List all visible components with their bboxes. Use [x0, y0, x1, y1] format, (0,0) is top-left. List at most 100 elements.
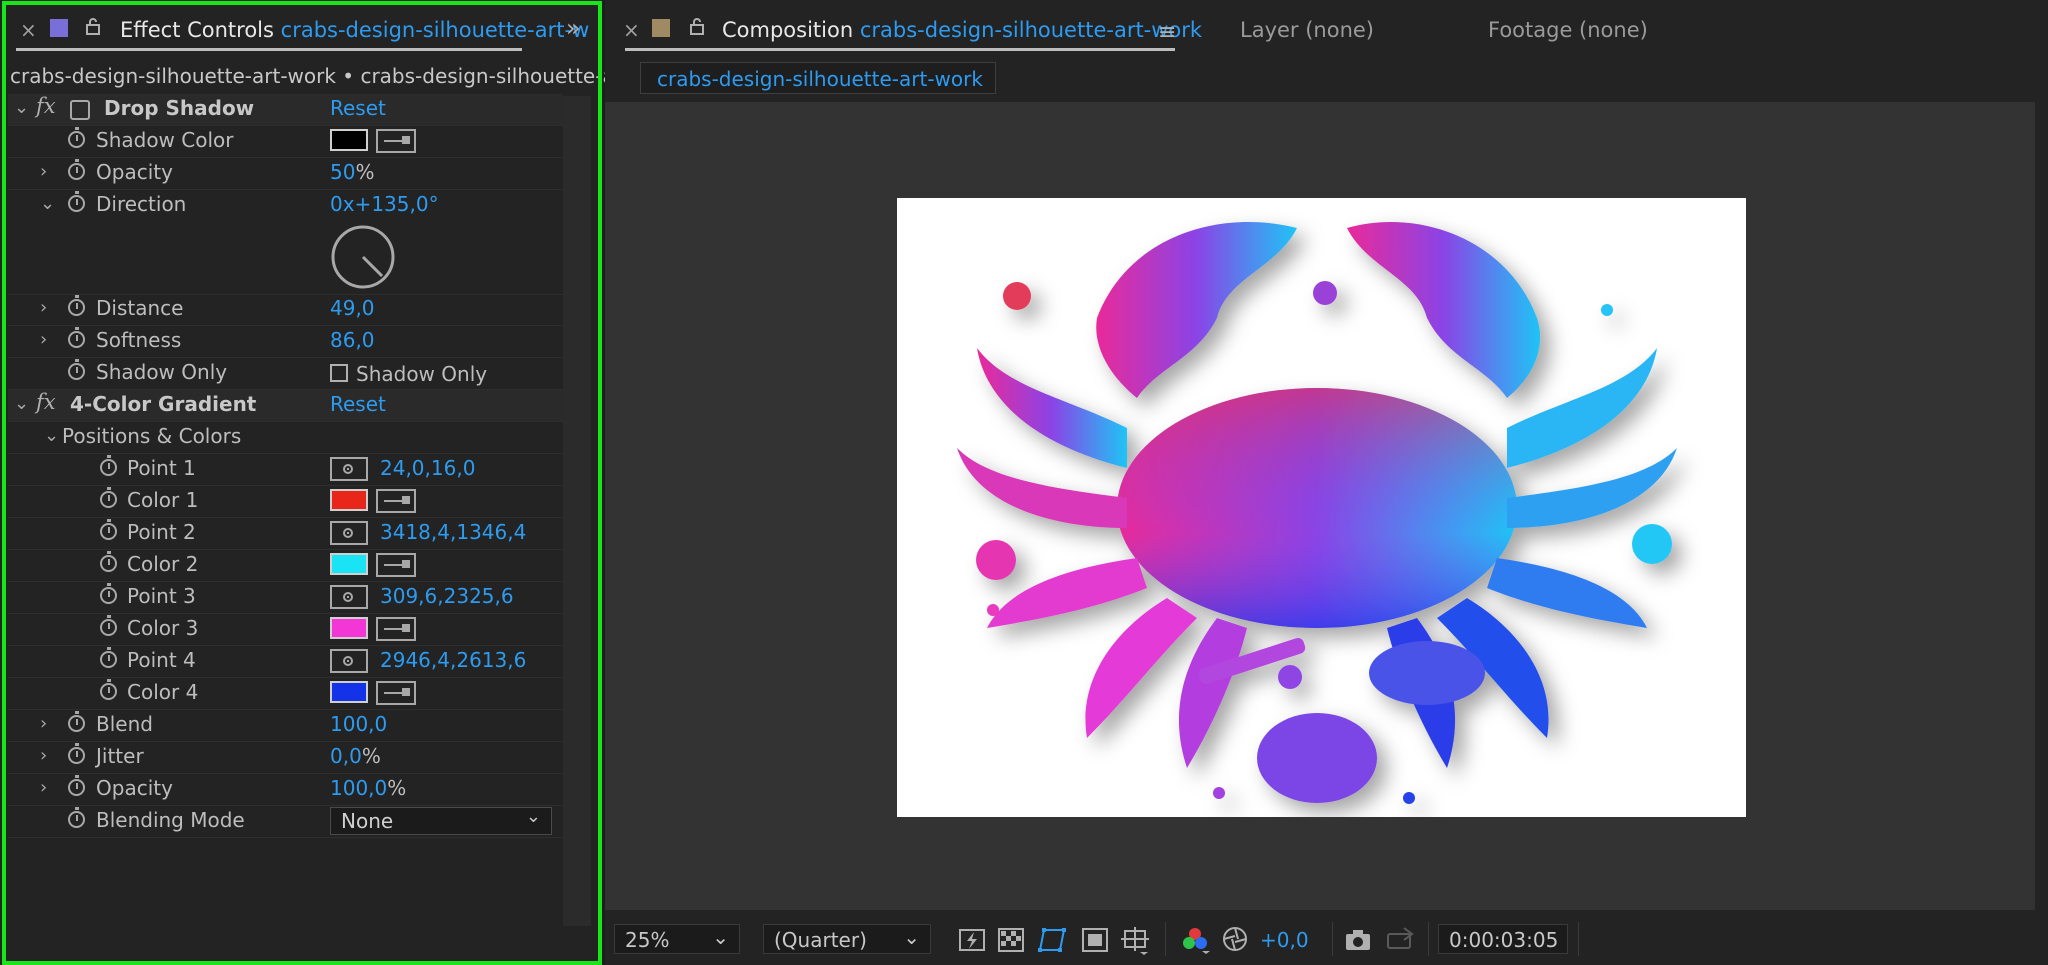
panel-color-label-icon[interactable]: [50, 19, 68, 37]
eyedropper-icon[interactable]: [376, 129, 416, 153]
angle-dial[interactable]: [330, 224, 396, 294]
stopwatch-icon[interactable]: [100, 551, 117, 572]
stopwatch-icon[interactable]: [100, 519, 117, 540]
stopwatch-icon[interactable]: [100, 455, 117, 476]
stopwatch-icon[interactable]: [68, 807, 85, 828]
stopwatch-icon[interactable]: [68, 359, 85, 380]
fx-icon[interactable]: fx: [36, 94, 56, 118]
point-value[interactable]: 309,6,2325,6: [380, 584, 514, 608]
chevron-right-icon[interactable]: ›: [40, 161, 47, 182]
panel-overflow-icon[interactable]: »: [566, 14, 581, 42]
tab-effect-controls[interactable]: Effect Controls crabs-design-silhouette-…: [120, 18, 589, 42]
grid-guides-icon[interactable]: [1120, 926, 1150, 960]
stopwatch-icon[interactable]: [68, 127, 85, 148]
lock-icon[interactable]: [690, 17, 704, 39]
value-number[interactable]: 0,0: [330, 744, 362, 768]
chevron-down-icon[interactable]: ⌄: [40, 193, 55, 214]
opacity-value[interactable]: 100,0%: [330, 776, 406, 800]
chevron-right-icon[interactable]: ›: [40, 713, 47, 734]
mask-path-visibility-icon[interactable]: [1038, 926, 1068, 958]
stopwatch-icon[interactable]: [68, 711, 85, 732]
shadow-color-swatch[interactable]: [330, 129, 368, 151]
chevron-right-icon[interactable]: ›: [40, 329, 47, 350]
stopwatch-icon[interactable]: [68, 327, 85, 348]
eyedropper-icon[interactable]: [376, 681, 416, 705]
blending-mode-dropdown[interactable]: None ⌄: [330, 806, 552, 835]
chevron-right-icon[interactable]: ›: [40, 777, 47, 798]
fast-previews-icon[interactable]: [958, 928, 986, 956]
crosshair-target-icon[interactable]: [330, 649, 368, 673]
point-value[interactable]: 2946,4,2613,6: [380, 648, 526, 672]
stopwatch-icon[interactable]: [100, 679, 117, 700]
crosshair-target-icon[interactable]: [330, 457, 368, 481]
property-direction: ⌄ Direction 0x+135,0°: [8, 190, 563, 295]
stopwatch-icon[interactable]: [100, 487, 117, 508]
distance-value[interactable]: 49,0: [330, 296, 375, 320]
stopwatch-icon[interactable]: [100, 615, 117, 636]
snapshot-camera-icon[interactable]: [1344, 928, 1372, 956]
tab-footage[interactable]: Footage (none): [1488, 18, 1648, 42]
crosshair-target-icon[interactable]: [330, 521, 368, 545]
lock-icon[interactable]: [86, 17, 100, 35]
comp-nav-chip[interactable]: crabs-design-silhouette-art-work: [640, 62, 996, 94]
blend-value[interactable]: 100,0: [330, 712, 387, 736]
stopwatch-icon[interactable]: [100, 647, 117, 668]
comp-chip-label: crabs-design-silhouette-art-work: [657, 67, 983, 91]
panel-color-label-icon[interactable]: [652, 19, 670, 37]
panel-menu-icon[interactable]: ≡: [1158, 20, 1176, 45]
effect-preset-icon[interactable]: [70, 100, 90, 120]
chevron-down-icon[interactable]: ⌄: [14, 393, 29, 414]
chevron-down-icon[interactable]: ⌄: [44, 425, 59, 446]
direction-value[interactable]: 0x+135,0°: [330, 192, 439, 216]
reset-button[interactable]: Reset: [330, 96, 386, 120]
stopwatch-icon[interactable]: [68, 159, 85, 180]
tab-title: Composition: [722, 18, 854, 42]
transparency-grid-icon[interactable]: [998, 928, 1024, 956]
eyedropper-icon[interactable]: [376, 553, 416, 577]
eyedropper-icon[interactable]: [376, 617, 416, 641]
zoom-dropdown[interactable]: 25% ⌄: [614, 924, 740, 954]
exposure-reset-icon[interactable]: [1222, 926, 1248, 956]
color-channels-icon[interactable]: [1180, 926, 1210, 958]
stopwatch-icon[interactable]: [68, 743, 85, 764]
jitter-value[interactable]: 0,0%: [330, 744, 381, 768]
color-swatch[interactable]: [330, 553, 368, 575]
tab-title: Effect Controls: [120, 18, 274, 42]
region-of-interest-icon[interactable]: [1082, 928, 1108, 956]
comp-canvas[interactable]: [897, 198, 1746, 817]
scrollbar[interactable]: [563, 96, 591, 926]
current-time-display[interactable]: 0:00:03:05: [1438, 924, 1568, 954]
group-positions-colors[interactable]: ⌄ Positions & Colors: [8, 422, 563, 454]
softness-value[interactable]: 86,0: [330, 328, 375, 352]
reset-button[interactable]: Reset: [330, 392, 386, 416]
fx-icon[interactable]: fx: [36, 390, 56, 414]
stopwatch-icon[interactable]: [68, 295, 85, 316]
chevron-right-icon[interactable]: ›: [40, 297, 47, 318]
show-snapshot-icon[interactable]: [1384, 926, 1414, 956]
chevron-right-icon[interactable]: ›: [40, 745, 47, 766]
effect-drop-shadow[interactable]: ⌄ fx Drop Shadow Reset: [8, 94, 563, 126]
close-icon[interactable]: ×: [20, 18, 37, 42]
value-unit: %: [355, 160, 375, 184]
stopwatch-icon[interactable]: [100, 583, 117, 604]
opacity-value[interactable]: 50%: [330, 160, 374, 184]
crosshair-target-icon[interactable]: [330, 585, 368, 609]
value-number[interactable]: 50: [330, 160, 355, 184]
chevron-down-icon[interactable]: ⌄: [14, 97, 29, 118]
color-swatch[interactable]: [330, 681, 368, 703]
shadow-only-checkbox[interactable]: [330, 364, 348, 382]
resolution-dropdown[interactable]: (Quarter) ⌄: [763, 924, 931, 954]
stopwatch-icon[interactable]: [68, 775, 85, 796]
point-value[interactable]: 3418,4,1346,4: [380, 520, 526, 544]
effect-4-color-gradient[interactable]: ⌄ fx 4-Color Gradient Reset: [8, 390, 563, 422]
exposure-value[interactable]: +0,0: [1260, 928, 1309, 952]
close-icon[interactable]: ×: [623, 18, 640, 42]
value-number[interactable]: 100,0: [330, 776, 387, 800]
stopwatch-icon[interactable]: [68, 191, 85, 212]
tab-composition[interactable]: Composition crabs-design-silhouette-art-…: [722, 18, 1202, 42]
tab-layer[interactable]: Layer (none): [1240, 18, 1374, 42]
color-swatch[interactable]: [330, 489, 368, 511]
point-value[interactable]: 24,0,16,0: [380, 456, 475, 480]
eyedropper-icon[interactable]: [376, 489, 416, 513]
color-swatch[interactable]: [330, 617, 368, 639]
